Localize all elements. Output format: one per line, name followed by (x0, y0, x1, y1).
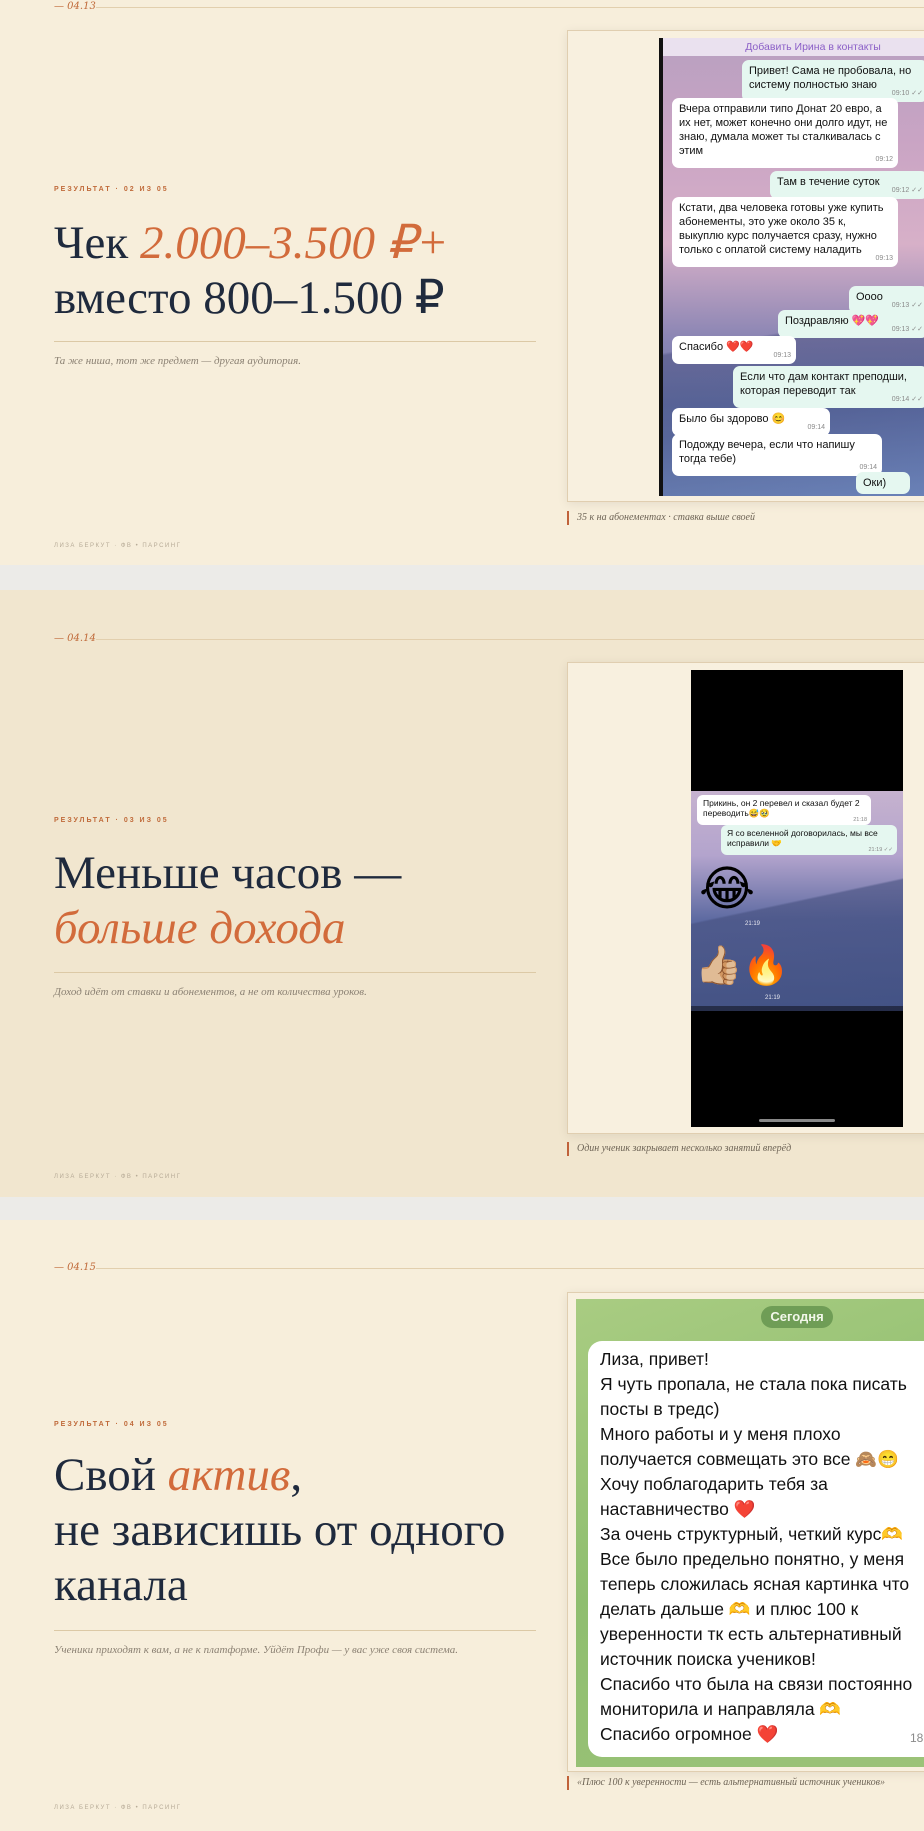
home-indicator (759, 1119, 835, 1122)
divider (54, 341, 536, 342)
subtitle: Ученики приходят к вам, а не к платформе… (54, 1644, 459, 1656)
thumbs-fire-emoji: 👍🏼🔥 (695, 943, 790, 987)
eyebrow: РЕЗУЛЬТАТ · 02 ИЗ 05 (54, 186, 169, 193)
chat-background: Прикинь, он 2 перевел и сказал будет 2 п… (691, 791, 903, 1011)
headline-part: канала (54, 1559, 188, 1611)
chat-screenshot: Сегодня Лиза, привет! Я чуть пропала, не… (576, 1299, 924, 1767)
top-divider (96, 7, 924, 8)
chat-message: Я со вселенной договорилась, мы все испр… (721, 825, 897, 855)
chat-message: Оки) (856, 472, 910, 494)
headline: Чек 2.000–3.500 ₽+ вместо 800–1.500 ₽ (54, 216, 544, 326)
message-time: 18: (910, 1731, 924, 1745)
chat-screenshot: Добавить Ирина в контакты ✕ Привет! Сама… (659, 38, 924, 496)
screenshot-frame: Прикинь, он 2 перевел и сказал будет 2 п… (567, 662, 924, 1134)
headline: Свой актив, не зависишь от одного канала (54, 1448, 544, 1613)
slide-result-4: — 04.15 РЕЗУЛЬТАТ · 04 ИЗ 05 Свой актив,… (0, 1220, 924, 1831)
chat-screenshot: Прикинь, он 2 перевел и сказал будет 2 п… (691, 670, 903, 1127)
subtitle: Та же ниша, тот же предмет — другая ауди… (54, 355, 301, 367)
chat-message: Прикинь, он 2 перевел и сказал будет 2 п… (697, 795, 871, 825)
top-divider (96, 639, 924, 640)
chat-message: Подожду вечера, если что напишу тогда те… (672, 434, 882, 476)
chat-message: Поздравляю 💖💖 09:13 ✓✓ (778, 310, 924, 338)
slide-result-3: — 04.14 РЕЗУЛЬТАТ · 03 ИЗ 05 Меньше часо… (0, 590, 924, 1197)
screenshot-frame: Добавить Ирина в контакты ✕ Привет! Сама… (567, 30, 924, 502)
chat-message: Привет! Сама не пробовала, но систему по… (742, 60, 924, 102)
chat-message: Вчера отправили типо Донат 20 евро, а их… (672, 98, 898, 168)
slide-number: — 04.14 (54, 633, 96, 644)
laughing-emoji: 😂 (699, 861, 756, 917)
chat-message: Было бы здорово 😊 09:14 (672, 408, 830, 436)
screenshot-caption: Один ученик закрывает несколько занятий … (567, 1142, 791, 1156)
slide-result-2: — 04.13 РЕЗУЛЬТАТ · 02 ИЗ 05 Чек 2.000–3… (0, 0, 924, 565)
slide-number: — 04.13 (54, 1, 96, 12)
footer: ЛИЗА БЕРКУТ · ФВ • ПАРСИНГ (54, 1174, 182, 1180)
divider (54, 1630, 536, 1631)
screenshot-frame: Сегодня Лиза, привет! Я чуть пропала, не… (567, 1292, 924, 1772)
divider (54, 972, 536, 973)
headline-part: Чек (54, 217, 140, 269)
date-badge: Сегодня (761, 1306, 833, 1328)
screenshot-caption: 35 к на абонементах · ставка выше своей (567, 511, 755, 525)
eyebrow: РЕЗУЛЬТАТ · 04 ИЗ 05 (54, 1421, 169, 1428)
headline-accent: актив (167, 1449, 291, 1501)
headline-part: не зависишь от одного (54, 1504, 506, 1556)
emoji-time: 21:19 (765, 995, 781, 1001)
add-contact-banner[interactable]: Добавить Ирина в контакты ✕ (663, 38, 924, 56)
chat-message: Кстати, два человека готовы уже купить а… (672, 197, 898, 267)
footer: ЛИЗА БЕРКУТ · ФВ • ПАРСИНГ (54, 1805, 182, 1811)
headline-accent: больше дохода (54, 902, 346, 954)
emoji-time: 21:19 (745, 921, 761, 927)
chat-message: Лиза, привет! Я чуть пропала, не стала п… (588, 1341, 924, 1757)
headline-part: , (290, 1449, 303, 1501)
chat-message: Там в течение суток 09:12 ✓✓ (770, 171, 924, 199)
headline-accent: 2.000–3.500 ₽+ (140, 217, 449, 269)
slide-number: — 04.15 (54, 1262, 96, 1273)
top-divider (96, 1268, 924, 1269)
footer: ЛИЗА БЕРКУТ · ФВ • ПАРСИНГ (54, 543, 182, 549)
banner-text: Добавить Ирина в контакты (745, 41, 881, 53)
chat-message: Спасибо ❤️❤️ 09:13 (672, 336, 796, 364)
chat-message: Если что дам контакт преподши, которая п… (733, 366, 924, 408)
headline-part: Свой (54, 1449, 168, 1501)
headline-part: вместо 800–1.500 ₽ (54, 272, 445, 324)
headline: Меньше часов — больше дохода (54, 846, 544, 956)
screenshot-caption: «Плюс 100 к уверенности — есть альтернат… (567, 1776, 885, 1790)
headline-part: Меньше часов — (54, 847, 402, 899)
eyebrow: РЕЗУЛЬТАТ · 03 ИЗ 05 (54, 817, 169, 824)
subtitle: Доход идёт от ставки и абонементов, а не… (54, 986, 367, 998)
